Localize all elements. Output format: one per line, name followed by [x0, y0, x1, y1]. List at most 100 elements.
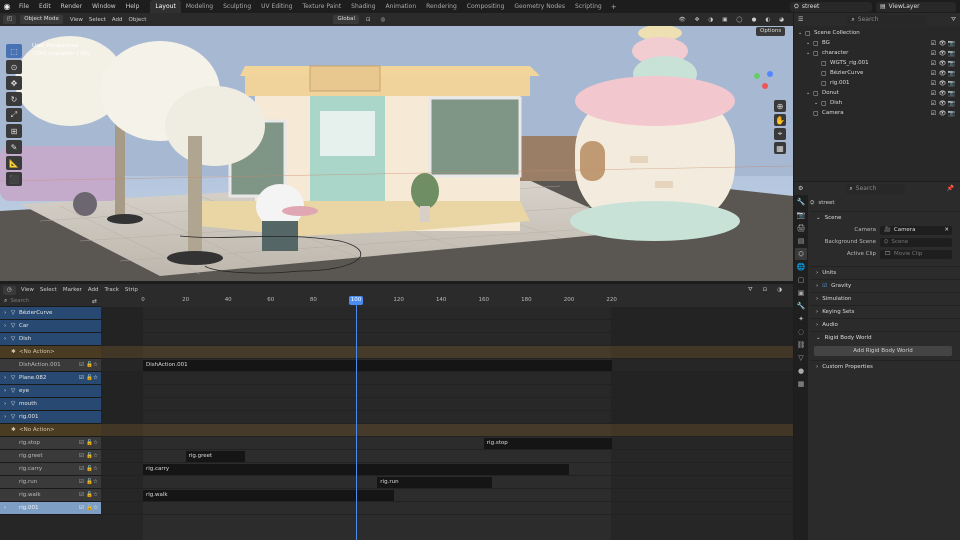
- texture-tab-icon[interactable]: ▦: [795, 378, 807, 390]
- nla-track[interactable]: rig.stop ☑ 🔓 ☆: [0, 437, 101, 450]
- xray-icon[interactable]: ▣: [719, 17, 730, 23]
- lock-icon[interactable]: 🔓: [86, 362, 93, 368]
- nla-strip[interactable]: rig.run: [377, 477, 493, 488]
- chevron-right-icon[interactable]: ›: [4, 414, 11, 420]
- tab-compositing[interactable]: Compositing: [462, 0, 510, 13]
- section-simulation[interactable]: › Simulation: [810, 292, 960, 305]
- scale-icon[interactable]: ⤢: [6, 108, 22, 122]
- constraints-tab-icon[interactable]: ⛓: [795, 339, 807, 351]
- gravity-checkbox[interactable]: ☑: [822, 283, 827, 289]
- checkbox-icon[interactable]: ☑: [79, 375, 86, 381]
- nla-timeline[interactable]: 0 20 40 60 80 100 120 140 160 180 200 220 DishActio…: [101, 296, 793, 540]
- scene-selector[interactable]: ⛭ street: [790, 1, 872, 12]
- options-button[interactable]: Options: [756, 27, 786, 36]
- move-icon[interactable]: ✥: [6, 76, 22, 90]
- chevron-right-icon[interactable]: ›: [4, 388, 11, 394]
- eye-icon[interactable]: 👁: [938, 100, 947, 107]
- gizmo-icon[interactable]: ✥: [692, 17, 703, 23]
- nla-editor-type-button[interactable]: ◷: [3, 285, 16, 295]
- checkbox-icon[interactable]: ☑: [929, 50, 938, 57]
- eye-icon[interactable]: 👁: [938, 90, 947, 97]
- nla-track[interactable]: › ▽ eye: [0, 385, 101, 398]
- camera-render-icon[interactable]: 📷: [947, 60, 956, 67]
- camera-render-icon[interactable]: 📷: [947, 70, 956, 77]
- lock-icon[interactable]: 🔓: [86, 440, 93, 446]
- snapping-icon[interactable]: ⊡: [760, 287, 771, 294]
- outliner-item[interactable]: ⌄ ▢ BG ☑ 👁 📷: [794, 38, 960, 48]
- eye-icon[interactable]: 👁: [938, 50, 947, 57]
- outliner-item[interactable]: ⌄ ▢ Scene Collection: [794, 28, 960, 38]
- rotate-icon[interactable]: ↻: [6, 92, 22, 106]
- checkbox-icon[interactable]: ☑: [79, 505, 86, 511]
- background-scene-field[interactable]: ⛭ Scene: [880, 237, 952, 247]
- tab-geometry-nodes[interactable]: Geometry Nodes: [509, 0, 570, 13]
- add-rigid-body-world-button[interactable]: Add Rigid Body World: [814, 346, 952, 356]
- tab-scripting[interactable]: Scripting: [570, 0, 607, 13]
- transform-icon[interactable]: ⊞: [6, 124, 22, 138]
- lock-icon[interactable]: 🔓: [86, 492, 93, 498]
- physics-tab-icon[interactable]: ◌: [795, 326, 807, 338]
- cursor-icon[interactable]: ⊙: [6, 60, 22, 74]
- section-audio[interactable]: › Audio: [810, 318, 960, 331]
- tab-sculpting[interactable]: Sculpting: [218, 0, 256, 13]
- outliner-item[interactable]: ▢ Camera ☑ 👁 📷: [794, 108, 960, 118]
- material-tab-icon[interactable]: ●: [795, 365, 807, 377]
- checkbox-icon[interactable]: ☑: [929, 100, 938, 107]
- section-keying-sets[interactable]: › Keying Sets: [810, 305, 960, 318]
- eye-icon[interactable]: 👁: [938, 40, 947, 47]
- eye-icon[interactable]: 👁: [938, 70, 947, 77]
- transform-orientation-dropdown[interactable]: Global: [333, 15, 360, 24]
- section-rigid-body-world[interactable]: ⌄ Rigid Body World: [810, 331, 960, 344]
- shading-render-icon[interactable]: ◕: [776, 17, 787, 23]
- shading-solid-icon[interactable]: ●: [749, 17, 760, 23]
- select-box-icon[interactable]: ⬚: [6, 44, 22, 58]
- outliner-item[interactable]: ⌄ ▢ Donut ☑ 👁 📷: [794, 88, 960, 98]
- nla-track[interactable]: › ▽ Dish: [0, 333, 101, 346]
- viewport-menu-view[interactable]: View: [67, 17, 86, 23]
- menu-window[interactable]: Window: [87, 0, 121, 13]
- camera-render-icon[interactable]: 📷: [947, 110, 956, 117]
- checkbox-icon[interactable]: ☑: [79, 362, 86, 368]
- frame-ruler[interactable]: 0 20 40 60 80 100 120 140 160 180 200 220: [101, 296, 793, 307]
- clear-icon[interactable]: ✕: [944, 227, 952, 233]
- data-tab-icon[interactable]: ▽: [795, 352, 807, 364]
- tab-uv-editing[interactable]: UV Editing: [256, 0, 297, 13]
- tab-rendering[interactable]: Rendering: [421, 0, 462, 13]
- tab-animation[interactable]: Animation: [381, 0, 422, 13]
- outliner-item[interactable]: ⌄ ▢ Dish ☑ 👁 📷: [794, 98, 960, 108]
- chevron-right-icon[interactable]: ›: [4, 336, 11, 342]
- nla-menu-select[interactable]: Select: [37, 287, 60, 293]
- nla-menu-strip[interactable]: Strip: [122, 287, 141, 293]
- nla-track[interactable]: › ▽ Car: [0, 320, 101, 333]
- nla-track[interactable]: › ▽ mouth: [0, 398, 101, 411]
- chevron-down-icon[interactable]: ⌄: [798, 30, 805, 36]
- swap-icon[interactable]: ⇄: [92, 298, 101, 305]
- filter-icon[interactable]: ⛛: [745, 287, 756, 294]
- lock-icon[interactable]: 🔓: [86, 375, 93, 381]
- chevron-right-icon[interactable]: ›: [4, 401, 11, 407]
- tool-tab-icon[interactable]: 🔧: [795, 196, 807, 208]
- editor-type-button[interactable]: ◰: [3, 15, 17, 24]
- nla-strip[interactable]: rig.greet: [185, 451, 246, 462]
- menu-file[interactable]: File: [14, 0, 34, 13]
- camera-render-icon[interactable]: 📷: [947, 50, 956, 57]
- menu-help[interactable]: Help: [121, 0, 145, 13]
- checkbox-icon[interactable]: ☑: [929, 70, 938, 77]
- chevron-down-icon[interactable]: ⌄: [806, 50, 813, 56]
- tab-modeling[interactable]: Modeling: [181, 0, 218, 13]
- camera-field[interactable]: 🎥 Camera ✕: [880, 225, 952, 235]
- grid-icon[interactable]: ▦: [774, 142, 786, 154]
- nla-search-input[interactable]: Search: [10, 298, 29, 304]
- proportional-icon[interactable]: ◎: [378, 17, 389, 23]
- viewport-menu-add[interactable]: Add: [109, 17, 126, 23]
- tab-layout[interactable]: Layout: [150, 0, 181, 13]
- 3d-viewport[interactable]: User Perspective (100) character | Sky O…: [0, 26, 793, 281]
- viewport-menu-select[interactable]: Select: [86, 17, 109, 23]
- add-workspace-icon[interactable]: +: [607, 3, 621, 11]
- chevron-down-icon[interactable]: ⌄: [814, 100, 821, 106]
- camera-render-icon[interactable]: 📷: [947, 40, 956, 47]
- checkbox-icon[interactable]: ☑: [929, 60, 938, 67]
- checkbox-icon[interactable]: ☑: [79, 492, 86, 498]
- nla-strip[interactable]: DishAction.001: [143, 360, 612, 371]
- chevron-right-icon[interactable]: ›: [4, 323, 11, 329]
